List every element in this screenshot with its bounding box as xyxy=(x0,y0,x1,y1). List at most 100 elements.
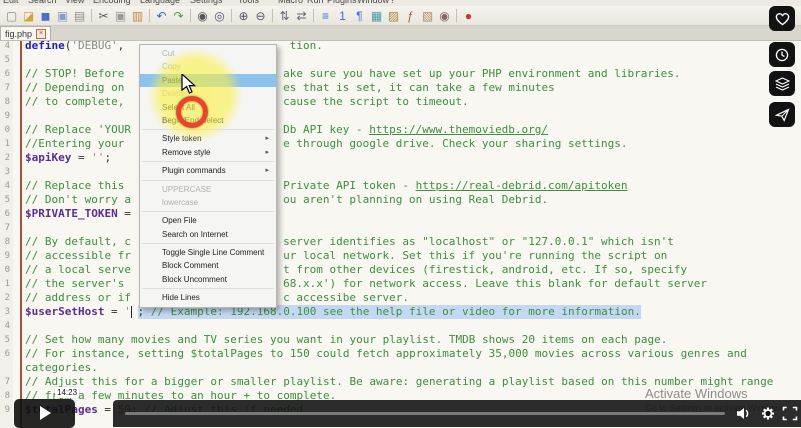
clock-icon xyxy=(775,48,789,62)
menubar-item-search[interactable]: Search xyxy=(28,0,57,5)
indent-guide-icon[interactable]: ▦ xyxy=(368,8,385,24)
redo-icon[interactable]: ↷ xyxy=(170,8,187,24)
submenu-arrow-icon: ▸ xyxy=(265,164,269,177)
tab-close-icon[interactable]: × xyxy=(36,29,46,39)
code-line: $apiKey = ''; xyxy=(0,151,801,165)
code-line: $userSetHost = '; // Example: 192.168.0.… xyxy=(0,305,801,319)
paste-icon[interactable]: ▥ xyxy=(129,8,146,24)
code-segment: tion. xyxy=(290,39,323,53)
code-segment: //Entering your xyxy=(25,137,131,151)
layers-icon xyxy=(775,77,790,91)
new-file-icon[interactable]: ▢ xyxy=(3,8,20,24)
menu-item-cut[interactable]: Cut xyxy=(140,47,276,60)
code-segment: 'DEBUG' xyxy=(71,39,117,53)
sync-scroll-h-icon[interactable]: ⇄ xyxy=(293,8,310,24)
settings-gear-icon[interactable] xyxy=(760,406,776,421)
line-number: 4 xyxy=(0,319,10,333)
function-list-icon[interactable]: ƒ xyxy=(402,8,419,24)
menu-item-select-all[interactable]: Select All xyxy=(140,101,276,114)
code-segment: = xyxy=(118,207,131,221)
show-all-chars-icon[interactable]: ¶ xyxy=(351,8,368,24)
menubar-item-macro[interactable]: Macro xyxy=(278,0,303,5)
seek-bar[interactable] xyxy=(125,412,725,415)
record-macro-icon[interactable]: ● xyxy=(460,8,477,24)
word-wrap-icon[interactable]: ≡ xyxy=(317,8,334,24)
code-segment: // to complete, xyxy=(25,95,131,109)
tab-config-php[interactable]: fig.php × xyxy=(0,26,51,40)
menu-item-style-token[interactable]: Style token▸ xyxy=(140,132,276,145)
fullscreen-icon[interactable] xyxy=(782,406,798,421)
volume-icon[interactable] xyxy=(735,406,751,421)
menu-item-hide-lines[interactable]: Hide Lines xyxy=(140,291,276,304)
menubar-item-tools[interactable]: Tools xyxy=(238,0,259,5)
code-segment: t from other devices (firestick, android… xyxy=(283,263,687,277)
code-line: // STOP! Before ake sure you have set up… xyxy=(0,67,801,81)
menu-separator xyxy=(142,243,274,244)
menu-item-open-file[interactable]: Open File xyxy=(140,214,276,227)
menu-item-search-on-internet[interactable]: Search on Internet xyxy=(140,228,276,241)
undo-icon[interactable]: ↶ xyxy=(153,8,170,24)
folder-workspace-icon[interactable]: ▧ xyxy=(419,8,436,24)
menu-item-delete[interactable]: Delete xyxy=(140,87,276,100)
menubar-item-run[interactable]: Run xyxy=(307,0,324,5)
code-line: // By default, cserver identifies as "lo… xyxy=(0,235,801,249)
menu-item-paste[interactable]: Paste xyxy=(140,74,276,87)
save-icon[interactable]: ◼ xyxy=(37,8,54,24)
menu-item-block-comment[interactable]: Block Comment xyxy=(140,259,276,272)
watch-later-button[interactable] xyxy=(769,42,795,67)
share-button[interactable] xyxy=(769,102,795,127)
zoom-in-icon[interactable]: ⊕ xyxy=(235,8,252,24)
menu-item-lowercase[interactable]: lowercase xyxy=(140,196,276,209)
code-segment: // By default, c xyxy=(25,235,131,249)
code-segment: // address or if xyxy=(25,291,131,305)
monitor-icon[interactable]: ◉ xyxy=(436,8,453,24)
menubar-item-settings[interactable]: Settings xyxy=(190,0,223,5)
code-segment: ake sure you have set up your PHP enviro… xyxy=(283,67,680,81)
menubar-item-view[interactable]: View xyxy=(65,0,84,5)
code-segment: '' xyxy=(91,151,104,165)
line-numbers-icon[interactable]: 1 xyxy=(334,8,351,24)
menubar-item-language[interactable]: Language xyxy=(140,0,180,5)
cut-icon[interactable]: ✂ xyxy=(95,8,112,24)
toolbar: ▢◪◼▣▤✂▣▥↶↷◉◎⊕⊖⇅⇄≡1¶▦▨ƒ▧◉● xyxy=(0,6,801,26)
text-caret xyxy=(131,306,132,318)
playlist-button[interactable] xyxy=(769,71,795,96)
code-line: // Set how many movies and TV series you… xyxy=(0,333,801,347)
code-segment: // accessible fr xyxy=(25,249,131,263)
play-button[interactable] xyxy=(14,399,75,428)
zoom-out-icon[interactable]: ⊖ xyxy=(252,8,269,24)
replace-icon[interactable]: ◎ xyxy=(211,8,228,24)
menu-separator xyxy=(142,129,274,130)
save-all-icon[interactable]: ▣ xyxy=(54,8,71,24)
menubar-item-plugins[interactable]: Plugins xyxy=(327,0,357,5)
context-menu: CutCopyPasteDeleteSelect AllBegin/End Se… xyxy=(139,44,277,308)
menubar-item-window[interactable]: Window xyxy=(357,0,389,5)
doc-map-icon[interactable]: ▨ xyxy=(385,8,402,24)
copy-icon[interactable]: ▣ xyxy=(112,8,129,24)
menubar-item-edit[interactable]: Edit xyxy=(3,0,19,5)
find-icon[interactable]: ◉ xyxy=(194,8,211,24)
open-folder-icon[interactable]: ◪ xyxy=(20,8,37,24)
menu-item-toggle-single-line-comment[interactable]: Toggle Single Line Comment xyxy=(140,246,276,259)
code-segment: // Replace this xyxy=(25,179,131,193)
code-segment: 68.x.x') for network access. Leave this … xyxy=(283,277,707,291)
code-segment: // Set how many movies and TV series you… xyxy=(25,333,667,347)
menu-item-plugin-commands[interactable]: Plugin commands▸ xyxy=(140,164,276,177)
menubar-item-[interactable]: ? xyxy=(390,0,395,5)
print-icon[interactable]: ▤ xyxy=(71,8,88,24)
code-segment: define xyxy=(25,39,65,53)
sync-scroll-v-icon[interactable]: ⇅ xyxy=(276,8,293,24)
tab-label: fig.php xyxy=(5,29,32,39)
code-segment: ou aren't planning on using Real Debrid. xyxy=(283,193,548,207)
code-segment: https://www.themoviedb.org/ xyxy=(369,123,548,137)
favorite-button[interactable] xyxy=(769,6,795,31)
menu-item-block-uncomment[interactable]: Block Uncomment xyxy=(140,273,276,286)
menu-separator xyxy=(142,161,274,162)
menu-item-remove-style[interactable]: Remove style▸ xyxy=(140,146,276,159)
menu-item-copy[interactable]: Copy xyxy=(140,60,276,73)
menu-separator xyxy=(142,211,274,212)
menu-item-begin-end-select[interactable]: Begin/End Select xyxy=(140,114,276,127)
code-segment: // Replace 'YOUR xyxy=(25,123,131,137)
menu-item-uppercase[interactable]: UPPERCASE xyxy=(140,183,276,196)
menubar-item-encoding[interactable]: Encoding xyxy=(93,0,131,5)
